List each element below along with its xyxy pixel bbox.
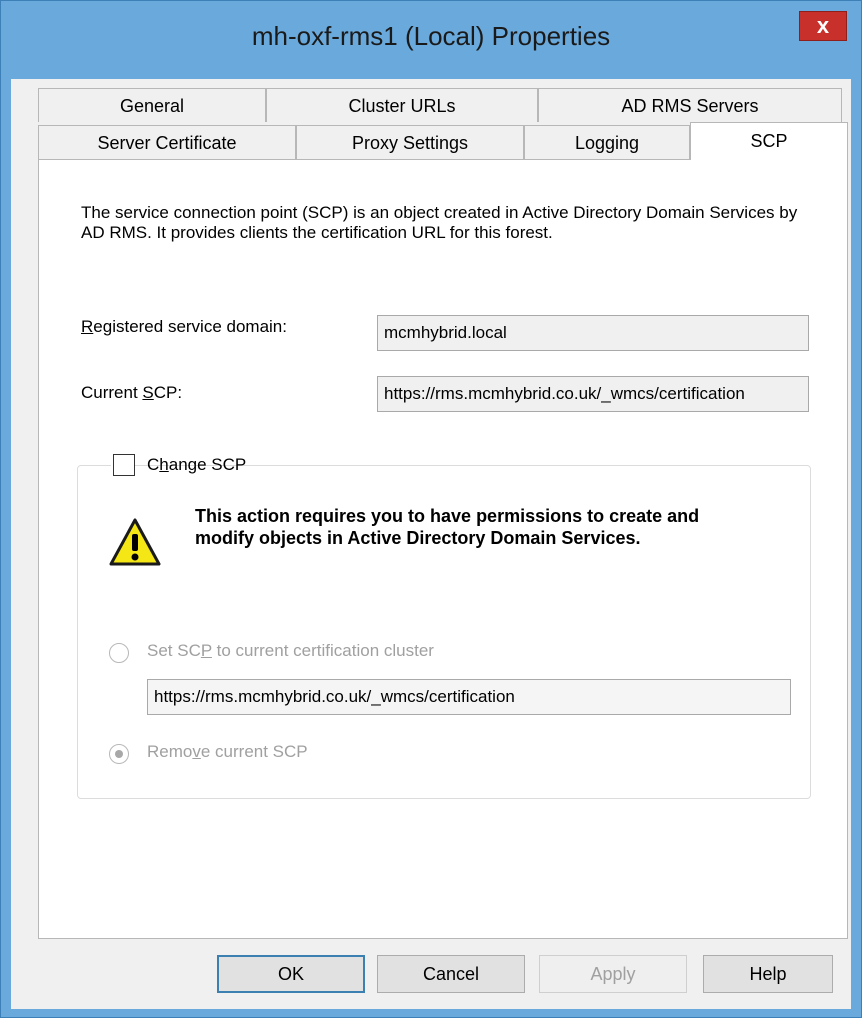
tab-ad-rms-servers[interactable]: AD RMS Servers: [538, 88, 842, 122]
warning-icon: [109, 518, 161, 566]
remove-scp-radio[interactable]: [109, 744, 129, 764]
change-scp-label: Change SCP: [147, 455, 247, 474]
current-scp-field[interactable]: https://rms.mcmhybrid.co.uk/_wmcs/certif…: [377, 376, 809, 412]
set-scp-radio[interactable]: [109, 643, 129, 663]
scp-description: The service connection point (SCP) is an…: [81, 203, 798, 242]
set-scp-label: Set SCP to current certification cluster: [147, 641, 434, 660]
help-button[interactable]: Help: [703, 955, 833, 993]
remove-scp-label: Remove current SCP: [147, 742, 308, 761]
tab-cluster-urls[interactable]: Cluster URLs: [266, 88, 538, 122]
set-scp-url-field[interactable]: https://rms.mcmhybrid.co.uk/_wmcs/certif…: [147, 679, 791, 715]
tab-general[interactable]: General: [38, 88, 266, 122]
current-scp-label: Current SCP:: [81, 383, 183, 402]
permissions-warning: This action requires you to have permiss…: [195, 506, 700, 548]
close-icon: x: [816, 13, 830, 38]
change-scp-checkbox[interactable]: [113, 454, 135, 476]
apply-button[interactable]: Apply: [539, 955, 687, 993]
window-title: mh-oxf-rms1 (Local) Properties: [251, 21, 611, 51]
registered-domain-field[interactable]: mcmhybrid.local: [377, 315, 809, 351]
ok-button[interactable]: OK: [217, 955, 365, 993]
close-button[interactable]: x: [799, 11, 847, 41]
title-bar[interactable]: mh-oxf-rms1 (Local) Properties x: [1, 1, 861, 79]
tab-logging[interactable]: Logging: [524, 125, 690, 159]
tab-server-certificate[interactable]: Server Certificate: [38, 125, 296, 159]
properties-dialog: mh-oxf-rms1 (Local) Properties x General…: [0, 0, 862, 1018]
registered-domain-label: Registered service domain:: [81, 317, 287, 336]
tab-proxy-settings[interactable]: Proxy Settings: [296, 125, 524, 159]
radio-selected-dot: [115, 750, 123, 758]
tab-scp[interactable]: SCP: [690, 122, 848, 160]
change-scp-checkbox-row[interactable]: Change SCP: [111, 452, 246, 478]
cancel-button[interactable]: Cancel: [377, 955, 525, 993]
